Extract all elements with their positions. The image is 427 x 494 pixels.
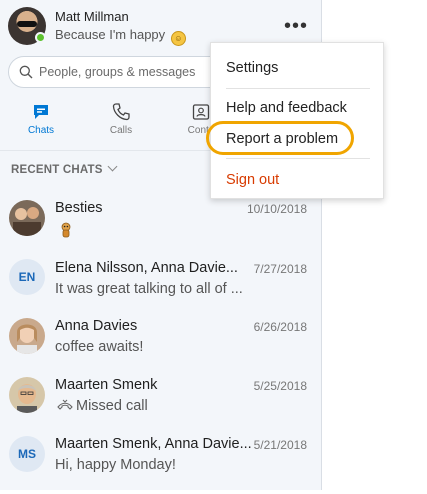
chat-preview-row: Missed call (57, 398, 148, 414)
chat-name: Maarten Smenk (55, 377, 158, 393)
chat-icon (34, 105, 48, 119)
profile-mood[interactable]: Because I'm happy ☺ (55, 27, 186, 46)
tab-chats[interactable]: Chats (11, 98, 71, 142)
chat-item-maarten-anna[interactable]: MS Maarten Smenk, Anna Davie... 5/21/201… (0, 436, 321, 494)
profile-header[interactable]: Matt Millman Because I'm happy ☺ (8, 7, 313, 47)
happy-emoji-icon: ☺ (170, 31, 186, 46)
tab-chats-label: Chats (27, 125, 55, 136)
chat-item-elena-nilsson[interactable]: EN Elena Nilsson, Anna Davie... 7/27/201… (0, 259, 321, 318)
chat-date: 10/10/2018 (246, 202, 307, 216)
chat-preview: It was great talking to all of ... (55, 281, 243, 297)
phone-icon (112, 103, 130, 121)
chat-name: Elena Nilsson, Anna Davie... (55, 260, 238, 276)
chat-item-besties[interactable]: Besties 10/10/2018 (0, 200, 321, 258)
chat-item-anna-davies[interactable]: Anna Davies 6/26/2018 coffee awaits! (0, 318, 321, 376)
profile-mood-text: Because I'm happy (55, 27, 166, 42)
contact-avatar (9, 318, 45, 354)
sticker-emoji-icon (61, 222, 71, 238)
recent-chats-label: RECENT CHATS (11, 164, 103, 176)
menu-separator (226, 158, 370, 159)
avatar-initials: MS (9, 436, 45, 472)
profile-name: Matt Millman (55, 9, 129, 24)
chat-date: 5/25/2018 (253, 379, 307, 393)
tab-calls-label: Calls (109, 125, 133, 136)
menu-item-sign-out[interactable]: Sign out (226, 172, 279, 188)
missed-call-icon (57, 399, 73, 410)
chat-name: Maarten Smenk, Anna Davie... (55, 436, 252, 452)
chat-date: 6/26/2018 (253, 320, 307, 334)
chat-preview: Hi, happy Monday! (55, 457, 176, 473)
chevron-down-icon (107, 161, 118, 172)
presence-online-icon (35, 32, 46, 43)
menu-item-settings[interactable]: Settings (226, 60, 278, 76)
chat-date: 7/27/2018 (253, 262, 307, 276)
contacts-icon (192, 104, 210, 120)
avatar-initials: EN (9, 259, 45, 295)
recent-chats-header[interactable]: RECENT CHATS (11, 161, 118, 176)
chat-item-maarten-smenk[interactable]: Maarten Smenk 5/25/2018 Missed call (0, 377, 321, 435)
chat-preview: Missed call (76, 398, 148, 414)
menu-item-help-feedback[interactable]: Help and feedback (226, 100, 347, 116)
chat-preview: coffee awaits! (55, 339, 144, 355)
tab-calls[interactable]: Calls (91, 98, 151, 142)
chat-date: 5/21/2018 (253, 438, 307, 452)
chat-name: Besties (55, 200, 103, 216)
menu-separator (226, 88, 370, 89)
contact-avatar (9, 377, 45, 413)
highlight-annotation (206, 121, 354, 155)
search-icon (19, 65, 33, 79)
chat-name: Anna Davies (55, 318, 138, 334)
group-avatar (9, 200, 45, 236)
more-options-button[interactable]: ••• (284, 16, 308, 36)
avatar-glasses (17, 21, 37, 27)
search-placeholder: People, groups & messages (39, 65, 196, 79)
